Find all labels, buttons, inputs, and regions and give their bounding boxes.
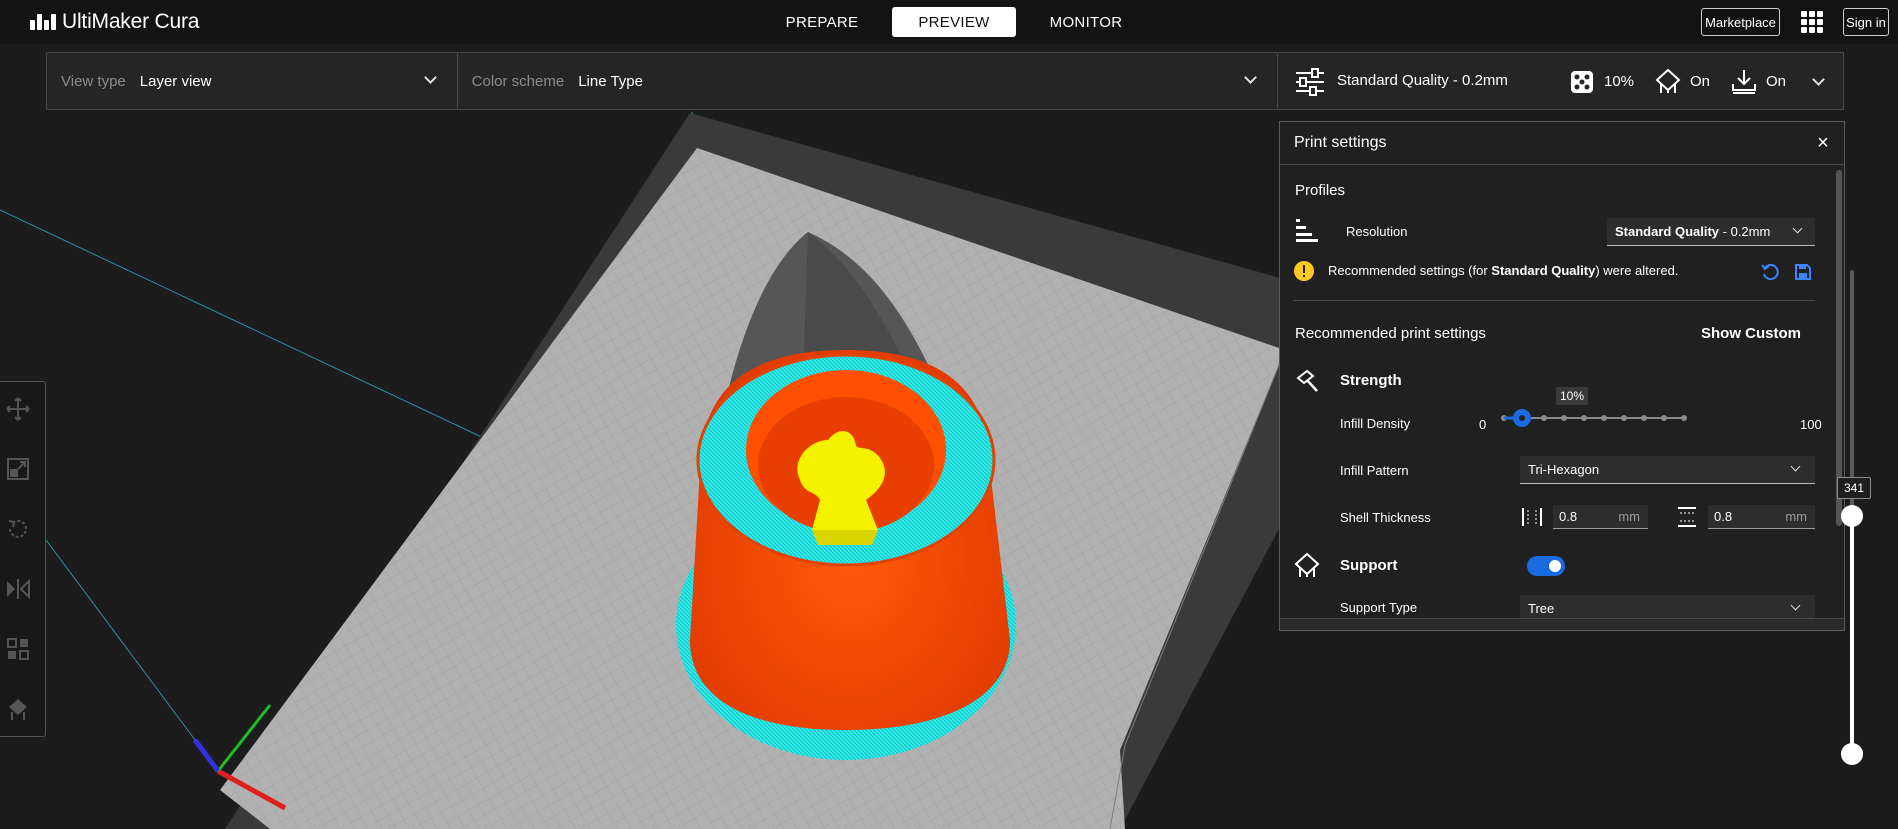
close-icon[interactable]: × [1814,133,1832,153]
color-scheme-selector[interactable]: Color scheme Line Type [458,53,1277,109]
move-tool-icon[interactable] [4,395,32,423]
per-model-settings-icon[interactable] [4,635,32,663]
hammer-icon [1296,369,1318,392]
infill-density-slider[interactable] [1500,408,1700,428]
scale-tool-icon[interactable] [4,455,32,483]
color-scheme-label: Color scheme [471,72,565,90]
infill-density-tooltip: 10% [1556,387,1588,405]
marketplace-button[interactable]: Marketplace [1701,8,1780,36]
infill-density-max: 100 [1800,417,1822,432]
slider-range [1850,515,1854,755]
resolution-icon [1296,219,1318,242]
app-title: UltiMaker Cura [62,10,200,33]
support-summary: On [1690,73,1711,90]
divider [1294,300,1815,301]
infill-summary: 10% [1604,73,1635,90]
support-toggle[interactable] [1527,556,1565,576]
tab-preview[interactable]: PREVIEW [892,7,1016,37]
view-options-bar: View type Layer view Color scheme Line T… [46,52,1278,110]
top-bottom-thickness-input[interactable]: 0.8 mm [1708,505,1815,529]
infill-density-label: Infill Density [1340,416,1411,431]
adhesion-summary: On [1766,73,1787,90]
tool-panel [0,381,46,737]
layer-slider[interactable]: 341 [1837,270,1871,770]
warning-icon [1294,261,1314,281]
wall-thickness-value: 0.8 [1559,509,1578,524]
support-heading: Support [1340,557,1398,574]
support-type-value: Tree [1528,601,1555,616]
resolution-label: Resolution [1346,224,1408,239]
upper-layer-handle[interactable] [1841,505,1863,527]
support-icon [1655,68,1681,93]
wall-thickness-input[interactable]: 0.8 mm [1553,505,1648,529]
strength-heading: Strength [1340,372,1402,389]
print-settings-panel: Print settings × Profiles Resolution Sta… [1279,121,1845,631]
tab-prepare[interactable]: PREPARE [760,7,884,37]
settings-sliders-icon [1296,68,1324,96]
top-bottom-thickness-value: 0.8 [1714,509,1733,524]
view-type-value: Layer view [139,72,212,90]
infill-icon [1571,71,1593,93]
tab-monitor[interactable]: MONITOR [1024,7,1148,37]
infill-density-min: 0 [1479,417,1487,432]
chevron-down-icon [1244,71,1257,84]
wall-thickness-icon [1522,508,1542,526]
save-icon[interactable] [1794,263,1812,281]
chevron-down-icon [423,71,437,84]
grid-apps-icon[interactable] [1801,11,1823,33]
chevron-down-icon [1792,223,1803,234]
infill-pattern-dropdown[interactable]: Tri-Hexagon [1520,456,1815,484]
altered-notice: Recommended settings (for Standard Quali… [1328,263,1679,278]
infill-pattern-value: Tri-Hexagon [1528,462,1600,477]
print-setup-selector[interactable]: Standard Quality - 0.2mm 10% On On [1278,52,1844,110]
layer-number-input[interactable]: 341 [1837,477,1871,499]
unit-label: mm [1618,509,1640,524]
recommended-heading: Recommended print settings [1295,325,1486,342]
lower-layer-handle[interactable] [1841,743,1863,765]
rotate-tool-icon[interactable] [4,515,32,543]
infill-pattern-label: Infill Pattern [1340,463,1409,478]
profile-summary: Standard Quality - 0.2mm [1337,72,1508,89]
profiles-heading: Profiles [1295,182,1346,199]
support-blocker-icon[interactable] [4,695,32,723]
panel-resize-handle[interactable] [1280,618,1844,630]
view-type-label: View type [61,72,126,90]
resolution-dropdown[interactable]: Standard Quality - 0.2mm [1607,218,1815,246]
support-type-label: Support Type [1340,600,1418,615]
chevron-down-icon [1790,461,1801,472]
view-type-selector[interactable]: View type Layer view [47,53,458,109]
resolution-value-rest: - 0.2mm [1719,224,1771,239]
sign-in-button[interactable]: Sign in [1843,8,1889,36]
header-bar: UltiMaker Cura PREPARE PREVIEW MONITOR M… [0,0,1898,44]
ultimaker-logo-icon [30,14,56,30]
stage-tabs: PREPARE PREVIEW MONITOR [760,7,1148,37]
panel-title: Print settings [1294,134,1387,151]
chevron-down-icon [1790,600,1801,611]
shell-thickness-label: Shell Thickness [1340,510,1431,525]
chevron-down-icon[interactable] [1812,73,1825,86]
adhesion-icon [1732,70,1756,94]
unit-label: mm [1785,509,1807,524]
cura-window: UltiMaker Cura PREPARE PREVIEW MONITOR M… [0,0,1898,829]
mirror-tool-icon[interactable] [4,575,32,603]
show-custom-button[interactable]: Show Custom [1701,325,1801,342]
resolution-value-bold: Standard Quality [1615,224,1720,239]
panel-header: Print settings [1280,122,1844,165]
support-icon [1294,552,1320,577]
reset-icon[interactable] [1760,262,1780,282]
app-logo: UltiMaker Cura [30,10,199,34]
color-scheme-value: Line Type [578,72,643,90]
top-bottom-thickness-icon [1678,507,1696,527]
